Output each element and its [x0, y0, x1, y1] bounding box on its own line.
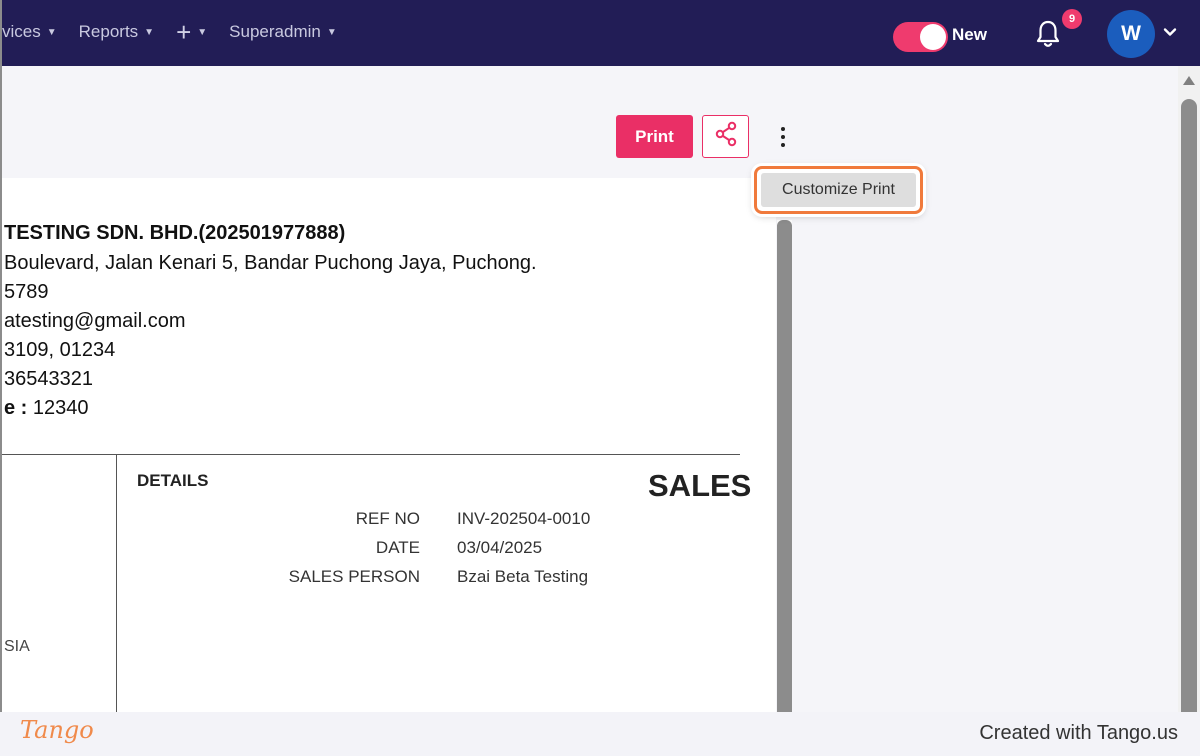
company-address: Boulevard, Jalan Kenari 5, Bandar Puchon… — [4, 252, 537, 274]
company-postcode: 5789 — [4, 281, 49, 303]
details-title: DETAILS — [137, 471, 209, 490]
top-nav: vices ▼ Reports ▼ + ▼ Superadmin ▼ New 9… — [0, 0, 1200, 66]
new-ui-toggle[interactable] — [893, 22, 948, 52]
detail-label: DATE — [375, 538, 420, 557]
toggle-knob — [920, 24, 946, 50]
company-email: atesting@gmail.com — [4, 310, 186, 332]
page-scrollbar[interactable] — [1178, 66, 1200, 712]
preview-scrollbar[interactable] — [777, 220, 792, 712]
main-content: Print TESTING SDN. BHD.(202501977888) Bo… — [0, 66, 1178, 712]
tango-logo: Tango — [20, 716, 94, 744]
nav-item-label: Reports — [78, 22, 139, 41]
company-code: e : 12340 — [4, 397, 89, 420]
nav-menu: vices ▼ Reports ▼ + ▼ Superadmin ▼ — [2, 17, 359, 47]
detail-value: 03/04/2025 — [457, 538, 543, 557]
footer-credit: Created with Tango.us — [979, 722, 1178, 744]
share-button[interactable] — [702, 115, 749, 158]
tango-footer: Tango Created with Tango.us — [0, 712, 1200, 756]
print-button[interactable]: Print — [616, 115, 693, 158]
avatar[interactable]: W — [1107, 10, 1155, 58]
company-fax: 36543321 — [4, 368, 93, 390]
caret-down-icon: ▼ — [197, 26, 208, 38]
caret-down-icon: ▼ — [144, 26, 155, 38]
nav-item-reports[interactable]: Reports ▼ — [79, 22, 154, 42]
company-phone: 3109, 01234 — [4, 339, 116, 361]
plus-icon: + — [176, 17, 192, 47]
customize-print-menu-item[interactable]: Customize Print — [761, 173, 916, 207]
detail-value: INV-202504-0010 — [457, 509, 591, 528]
share-icon — [713, 121, 739, 152]
chevron-down-icon[interactable] — [1162, 24, 1178, 40]
scrollbar-thumb[interactable] — [1181, 99, 1197, 712]
detail-label: REF NO — [355, 509, 420, 528]
notification-badge: 9 — [1062, 9, 1082, 29]
scroll-up-icon[interactable] — [1183, 76, 1195, 85]
company-code-value: 12340 — [32, 397, 89, 419]
detail-label: SALES PERSON — [288, 567, 420, 586]
company-name: TESTING SDN. BHD.(202501977888) — [4, 222, 346, 244]
nav-item-superadmin[interactable]: Superadmin ▼ — [229, 22, 337, 42]
column-divider — [116, 455, 117, 712]
sales-title: SALES — [648, 468, 752, 503]
toggle-label: New — [952, 25, 987, 44]
more-menu: Customize Print — [754, 166, 923, 214]
divider — [2, 454, 740, 455]
caret-down-icon: ▼ — [326, 26, 337, 38]
detail-value: Bzai Beta Testing — [457, 567, 589, 586]
nav-item-services[interactable]: vices ▼ — [2, 22, 57, 42]
caret-down-icon: ▼ — [46, 26, 57, 38]
nav-item-label: Superadmin — [229, 22, 321, 41]
nav-item-add[interactable]: + ▼ — [176, 17, 208, 47]
bell-icon[interactable] — [1034, 19, 1062, 49]
invoice-preview: TESTING SDN. BHD.(202501977888) Boulevar… — [2, 178, 776, 712]
kebab-icon[interactable] — [773, 124, 793, 150]
customer-country: SIA — [4, 638, 30, 655]
scrollbar-thumb[interactable] — [777, 220, 792, 712]
company-code-label: e : — [4, 397, 28, 419]
nav-item-label: vices — [2, 22, 41, 41]
